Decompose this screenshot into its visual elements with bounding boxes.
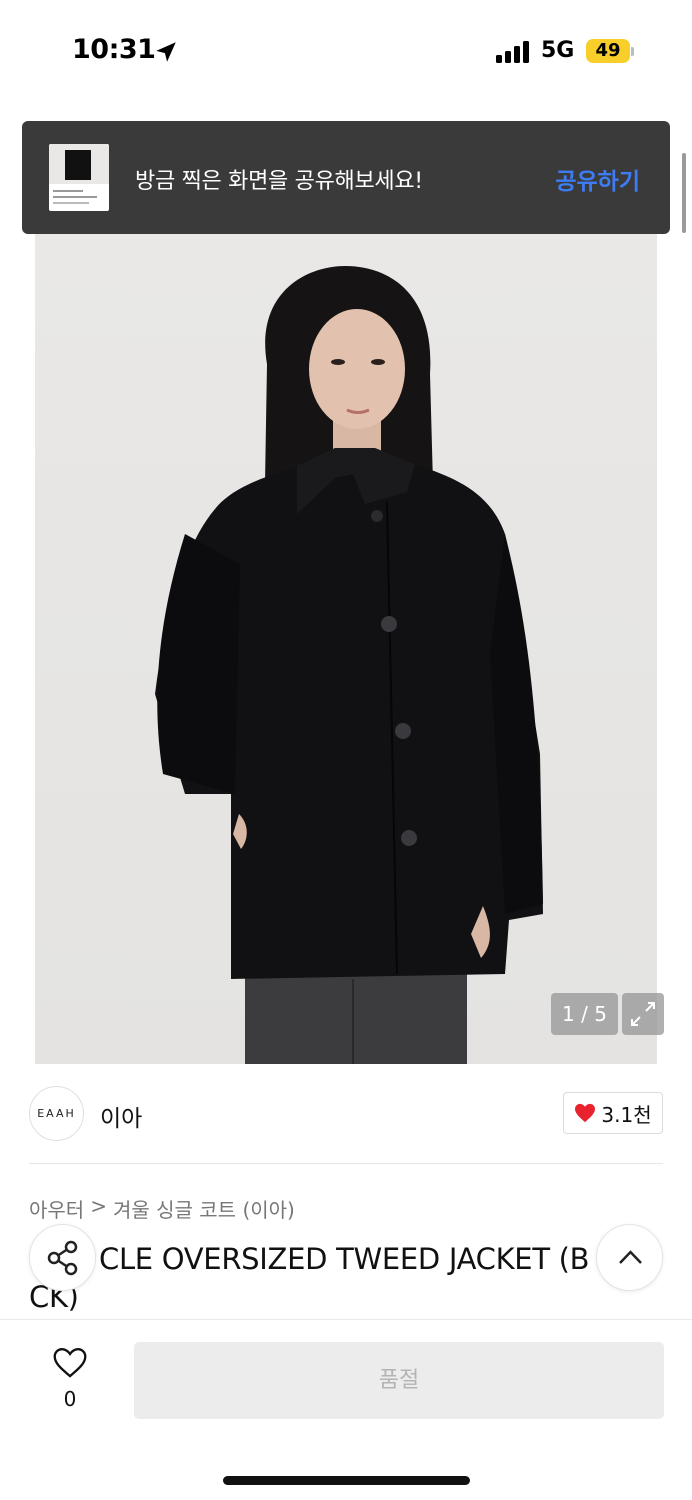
toast-message: 방금 찍은 화면을 공유해보세요! bbox=[135, 169, 423, 194]
breadcrumb-subcategory[interactable]: 겨울 싱글 코트 (이아) bbox=[113, 1194, 295, 1223]
network-type: 5G bbox=[541, 38, 575, 63]
divider bbox=[29, 1163, 663, 1164]
battery-level: 49 bbox=[595, 40, 621, 61]
status-time: 10:31 bbox=[72, 34, 156, 65]
soldout-button[interactable]: 품절 bbox=[134, 1342, 664, 1419]
brand-logo-text: EAAH bbox=[37, 1107, 76, 1120]
wishlist-count: 0 bbox=[63, 1387, 77, 1411]
wishlist-button[interactable]: 0 bbox=[40, 1343, 100, 1415]
heart-outline-icon bbox=[53, 1348, 87, 1378]
brand-like-button[interactable]: 3.1천 bbox=[563, 1092, 663, 1134]
chevron-up-icon bbox=[619, 1250, 642, 1264]
expand-icon bbox=[631, 1002, 655, 1026]
product-title-line2: CK) bbox=[29, 1280, 79, 1314]
product-title-line1: CLE OVERSIZED TWEED JACKET (B bbox=[99, 1242, 590, 1276]
breadcrumb-separator: > bbox=[90, 1194, 107, 1218]
scroll-top-button[interactable] bbox=[596, 1224, 663, 1291]
brand-name[interactable]: 이아 bbox=[100, 1099, 142, 1133]
screenshot-thumbnail[interactable] bbox=[49, 144, 109, 211]
home-indicator bbox=[223, 1476, 470, 1485]
location-arrow-icon bbox=[156, 42, 176, 62]
status-bar: 10:31 5G 49 bbox=[0, 0, 692, 104]
share-now-button[interactable]: 공유하기 bbox=[555, 162, 640, 196]
battery-icon: 49 bbox=[586, 39, 630, 63]
brand-logo[interactable]: EAAH bbox=[29, 1086, 84, 1141]
share-button[interactable] bbox=[29, 1224, 96, 1291]
product-image[interactable] bbox=[35, 234, 657, 1064]
brand-like-count: 3.1천 bbox=[601, 1102, 652, 1127]
product-title: CLE OVERSIZED TWEED JACKET (B CK) bbox=[29, 1240, 669, 1316]
share-toast: 방금 찍은 화면을 공유해보세요! 공유하기 bbox=[22, 121, 670, 234]
battery-tip bbox=[631, 47, 634, 56]
image-counter: 1 / 5 bbox=[551, 993, 618, 1035]
breadcrumb: 아우터 > 겨울 싱글 코트 (이아) bbox=[29, 1194, 295, 1223]
signal-icon bbox=[496, 41, 529, 63]
expand-image-button[interactable] bbox=[622, 993, 664, 1035]
heart-icon bbox=[575, 1103, 596, 1123]
model-illustration bbox=[155, 266, 543, 1064]
scrollbar[interactable] bbox=[682, 153, 686, 233]
breadcrumb-category[interactable]: 아우터 bbox=[29, 1194, 84, 1223]
share-icon bbox=[47, 1240, 78, 1276]
